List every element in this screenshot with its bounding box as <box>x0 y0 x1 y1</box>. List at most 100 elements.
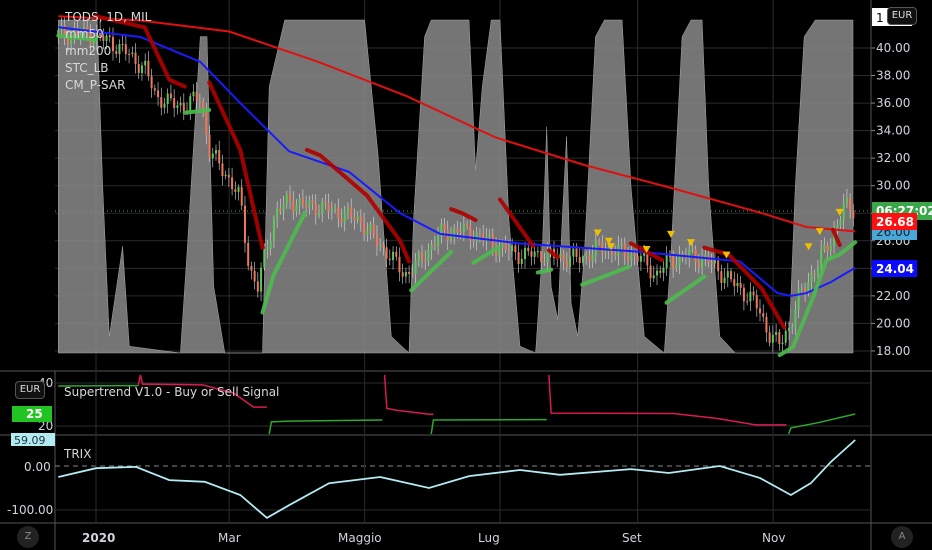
candle-body <box>829 246 832 252</box>
supertrend-segment-red <box>548 374 787 426</box>
time-label: Maggio <box>338 531 382 545</box>
candle-body <box>227 174 230 178</box>
candle-body <box>649 265 652 279</box>
candle-body <box>504 242 507 251</box>
candle-body <box>517 252 520 264</box>
candle-body <box>153 88 156 91</box>
candle-body <box>572 248 575 257</box>
candle-body <box>524 247 527 259</box>
price-axis[interactable]: 40.0038.0036.0034.0032.0030.0028.0026.00… <box>871 41 910 358</box>
legend-stc[interactable]: STC_LB <box>65 61 109 75</box>
candle-body <box>546 250 549 263</box>
currency-button[interactable]: EUR <box>887 7 917 25</box>
candle-body <box>507 250 510 252</box>
candle-body <box>392 251 395 261</box>
legend-mm50[interactable]: mm50 <box>65 27 104 41</box>
candle-body <box>511 245 514 252</box>
candle-body <box>282 203 285 211</box>
candle-body <box>147 60 150 77</box>
candle-body <box>424 259 427 262</box>
stc-area <box>58 19 854 354</box>
candle-body <box>849 197 852 211</box>
psar-segment-green <box>182 108 212 115</box>
candle-body <box>408 271 411 274</box>
candle-body <box>453 227 456 236</box>
candle-body <box>791 327 794 329</box>
candle-body <box>131 52 134 55</box>
candle-body <box>356 215 359 221</box>
candle-body <box>620 243 623 245</box>
candle-body <box>340 218 343 223</box>
candle-body <box>221 163 224 177</box>
candle-body <box>823 244 826 250</box>
candle-body <box>839 220 842 226</box>
candle-body <box>214 149 217 154</box>
candle-body <box>466 223 469 226</box>
trix-axis-tick: 0.00 <box>24 460 51 474</box>
candle-body <box>594 240 597 255</box>
candle-body <box>501 242 504 248</box>
candle-body <box>752 291 755 296</box>
candle-body <box>166 93 169 104</box>
candle-body <box>334 207 337 209</box>
candle-body <box>755 295 758 309</box>
zoom-reset-button[interactable]: Z <box>17 526 39 548</box>
candle-body <box>533 251 536 257</box>
top-price-label: 1 <box>876 11 884 25</box>
candle-body <box>627 256 630 261</box>
supertrend-title[interactable]: Supertrend V1.0 - Buy or Sell Signal <box>64 385 279 399</box>
candle-body <box>662 267 665 273</box>
candle-body <box>321 201 324 213</box>
candle-body <box>330 208 333 212</box>
candle-body <box>144 60 147 66</box>
candle-body <box>401 272 404 277</box>
candle-body <box>263 249 266 268</box>
candle-body <box>665 255 668 268</box>
candle-body <box>639 255 642 262</box>
candle-body <box>260 267 263 292</box>
trix-line <box>58 439 856 519</box>
candle-body <box>105 35 108 41</box>
chart-canvas[interactable]: TODS, 1D, MIL mm50 mm200 STC_LB CM_P-SAR… <box>0 0 932 550</box>
candle-body <box>713 260 716 264</box>
candle-body <box>205 111 208 135</box>
candle-body <box>717 260 720 272</box>
candle-body <box>118 44 121 55</box>
candle-body <box>842 202 845 221</box>
time-axis[interactable]: 2020 Mar Maggio Lug Set Nov <box>82 531 785 545</box>
legend-symbol[interactable]: TODS, 1D, MIL <box>64 10 152 24</box>
candle-body <box>350 207 353 218</box>
candle-body <box>816 267 819 275</box>
supertrend-currency-button[interactable]: EUR <box>15 381 45 399</box>
price-tick-label: 20.00 <box>876 316 910 330</box>
auto-scale-button[interactable]: A <box>891 526 913 548</box>
candle-body <box>456 227 459 232</box>
legend-psar[interactable]: CM_P-SAR <box>65 78 125 92</box>
candle-body <box>179 102 182 106</box>
candle-body <box>771 334 774 343</box>
candle-body <box>317 212 320 216</box>
trix-title[interactable]: TRIX <box>63 447 91 461</box>
candle-body <box>723 277 726 283</box>
candle-body <box>388 258 391 261</box>
candle-body <box>211 153 214 159</box>
candle-body <box>157 90 160 98</box>
candle-body <box>224 174 227 177</box>
supertrend-segment-red <box>383 374 434 415</box>
candle-body <box>269 241 272 249</box>
candle-body <box>253 270 256 282</box>
candle-body <box>272 219 275 242</box>
candle-body <box>343 211 346 223</box>
price-tick-label: 22.00 <box>876 289 910 303</box>
candle-body <box>601 242 604 254</box>
candle-body <box>578 256 581 263</box>
candle-body <box>369 224 372 231</box>
candle-body <box>520 258 523 264</box>
mm50-price-label: 24.04 <box>876 262 914 276</box>
candle-body <box>372 224 375 235</box>
psar-segment-red <box>207 80 265 250</box>
legend-mm200[interactable]: mm200 <box>65 44 111 58</box>
candle-body <box>353 217 356 221</box>
candle-body <box>115 51 118 55</box>
candle-body <box>243 205 246 243</box>
